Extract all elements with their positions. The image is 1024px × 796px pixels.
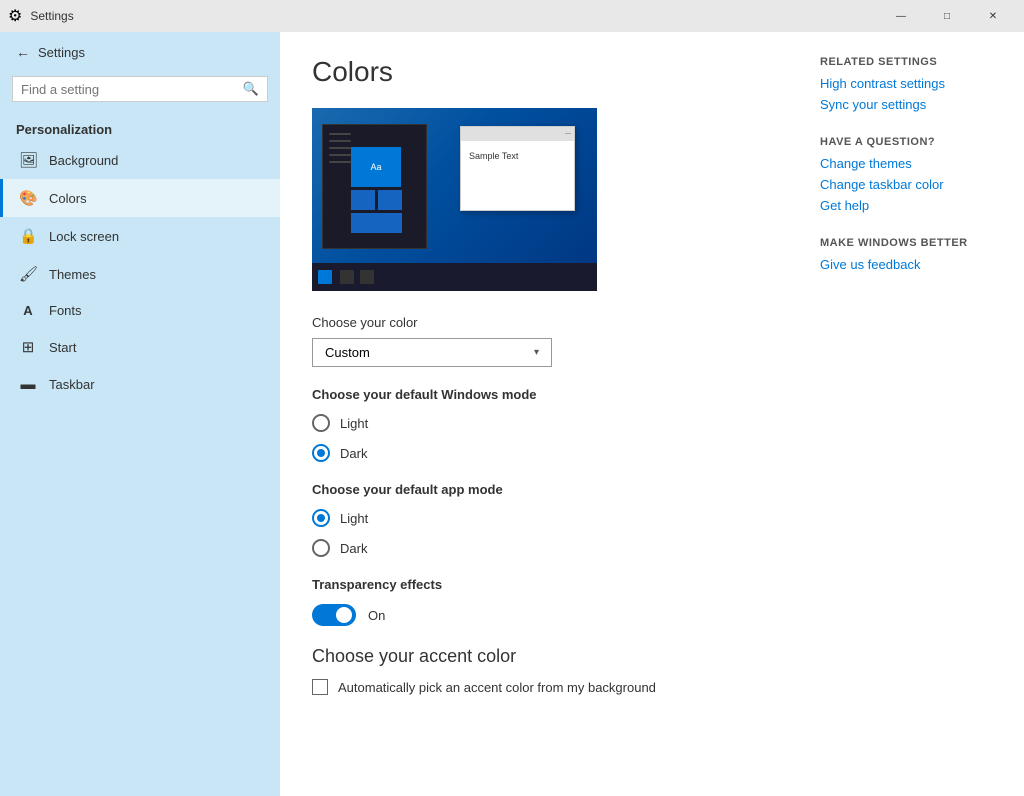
related-settings-title: Related Settings xyxy=(820,56,1008,68)
transparency-section: Transparency effects On xyxy=(312,577,772,626)
close-button[interactable]: ✕ xyxy=(970,0,1016,32)
preview-image: Aa — Sample Text xyxy=(312,108,597,291)
give-feedback-link[interactable]: Give us feedback xyxy=(820,257,1008,272)
windows-mode-section: Choose your default Windows mode Light D… xyxy=(312,387,772,462)
app-body: ← Settings 🔍 Personalization 🖼 Backgroun… xyxy=(0,32,1024,796)
windows-mode-light-radio[interactable] xyxy=(312,414,330,432)
app-mode-light-radio[interactable] xyxy=(312,509,330,527)
sidebar-item-label-lock-screen: Lock screen xyxy=(49,229,119,244)
sidebar-item-themes[interactable]: 🖌 Themes xyxy=(0,255,280,293)
windows-mode-dark-label: Dark xyxy=(340,446,367,461)
minimize-button[interactable]: — xyxy=(878,0,924,32)
app-icon: ⚙ xyxy=(8,6,22,26)
change-taskbar-color-link[interactable]: Change taskbar color xyxy=(820,177,1008,192)
main-content: Colors Aa xyxy=(280,32,804,796)
windows-mode-light-label: Light xyxy=(340,416,368,431)
lock-screen-icon: 🔒 xyxy=(19,227,37,245)
back-arrow-icon: ← xyxy=(16,44,30,60)
transparency-label: Transparency effects xyxy=(312,577,772,592)
sidebar-item-label-background: Background xyxy=(49,153,118,168)
colors-icon: 🎨 xyxy=(19,189,37,207)
app-mode-light-indicator xyxy=(317,514,325,522)
toggle-knob xyxy=(336,607,352,623)
windows-mode-dark[interactable]: Dark xyxy=(312,444,772,462)
sidebar-item-background[interactable]: 🖼 Background xyxy=(0,141,280,179)
sidebar-item-label-themes: Themes xyxy=(49,267,96,282)
sidebar-item-label-taskbar: Taskbar xyxy=(49,377,95,392)
background-icon: 🖼 xyxy=(19,151,37,169)
themes-icon: 🖌 xyxy=(19,265,37,283)
content-area: Colors Aa xyxy=(280,32,1024,796)
make-better-section: Make Windows better Give us feedback xyxy=(820,237,1008,272)
app-mode-dark[interactable]: Dark xyxy=(312,539,772,557)
windows-mode-light[interactable]: Light xyxy=(312,414,772,432)
app-mode-light[interactable]: Light xyxy=(312,509,772,527)
sidebar-item-lock-screen[interactable]: 🔒 Lock screen xyxy=(0,217,280,255)
windows-mode-label: Choose your default Windows mode xyxy=(312,387,772,402)
fonts-icon: A xyxy=(19,303,37,318)
related-settings-section: Related Settings High contrast settings … xyxy=(820,56,1008,112)
titlebar-controls: — □ ✕ xyxy=(878,0,1016,32)
transparency-toggle[interactable] xyxy=(312,604,356,626)
back-label: Settings xyxy=(38,45,85,60)
start-icon: ⊞ xyxy=(19,338,37,356)
auto-accent-label: Automatically pick an accent color from … xyxy=(338,680,656,695)
make-better-title: Make Windows better xyxy=(820,237,1008,249)
sidebar-section-title: Personalization xyxy=(0,114,280,141)
color-section: Choose your color Custom ▾ xyxy=(312,315,772,367)
taskbar-icon: ▬ xyxy=(19,376,37,393)
back-button[interactable]: ← Settings xyxy=(0,32,280,72)
titlebar: ⚙ Settings — □ ✕ xyxy=(0,0,1024,32)
windows-mode-radio-group: Light Dark xyxy=(312,414,772,462)
preview-taskbar xyxy=(312,263,597,291)
app-mode-light-label: Light xyxy=(340,511,368,526)
maximize-button[interactable]: □ xyxy=(924,0,970,32)
titlebar-left: ⚙ Settings xyxy=(8,6,74,26)
transparency-status: On xyxy=(368,608,385,623)
auto-accent-row[interactable]: Automatically pick an accent color from … xyxy=(312,679,772,695)
sidebar-item-start[interactable]: ⊞ Start xyxy=(0,328,280,366)
sidebar: ← Settings 🔍 Personalization 🖼 Backgroun… xyxy=(0,32,280,796)
app-mode-dark-radio[interactable] xyxy=(312,539,330,557)
app-mode-section: Choose your default app mode Light Dark xyxy=(312,482,772,557)
high-contrast-link[interactable]: High contrast settings xyxy=(820,76,1008,91)
have-question-title: Have a question? xyxy=(820,136,1008,148)
color-dropdown-value: Custom xyxy=(325,345,370,360)
page-title: Colors xyxy=(312,56,772,88)
sync-settings-link[interactable]: Sync your settings xyxy=(820,97,1008,112)
app-mode-dark-label: Dark xyxy=(340,541,367,556)
transparency-toggle-row: On xyxy=(312,604,772,626)
accent-section: Choose your accent color Automatically p… xyxy=(312,646,772,695)
search-icon: 🔍 xyxy=(243,81,259,97)
have-question-section: Have a question? Change themes Change ta… xyxy=(820,136,1008,213)
preview-sample-text: Sample Text xyxy=(461,141,574,171)
choose-color-label: Choose your color xyxy=(312,315,772,330)
get-help-link[interactable]: Get help xyxy=(820,198,1008,213)
accent-title: Choose your accent color xyxy=(312,646,772,667)
preview-aa-text: Aa xyxy=(370,162,381,172)
sidebar-item-label-start: Start xyxy=(49,340,76,355)
titlebar-title: Settings xyxy=(30,9,73,23)
right-panel: Related Settings High contrast settings … xyxy=(804,32,1024,796)
windows-mode-dark-radio[interactable] xyxy=(312,444,330,462)
search-input[interactable] xyxy=(21,82,237,97)
chevron-down-icon: ▾ xyxy=(534,347,539,358)
sidebar-item-label-colors: Colors xyxy=(49,191,87,206)
change-themes-link[interactable]: Change themes xyxy=(820,156,1008,171)
windows-mode-dark-indicator xyxy=(317,449,325,457)
app-mode-radio-group: Light Dark xyxy=(312,509,772,557)
sidebar-item-fonts[interactable]: A Fonts xyxy=(0,293,280,328)
auto-accent-checkbox[interactable] xyxy=(312,679,328,695)
color-dropdown[interactable]: Custom ▾ xyxy=(312,338,552,367)
sidebar-item-label-fonts: Fonts xyxy=(49,303,82,318)
sidebar-item-taskbar[interactable]: ▬ Taskbar xyxy=(0,366,280,403)
search-box[interactable]: 🔍 xyxy=(12,76,268,102)
sidebar-item-colors[interactable]: 🎨 Colors xyxy=(0,179,280,217)
app-mode-label: Choose your default app mode xyxy=(312,482,772,497)
